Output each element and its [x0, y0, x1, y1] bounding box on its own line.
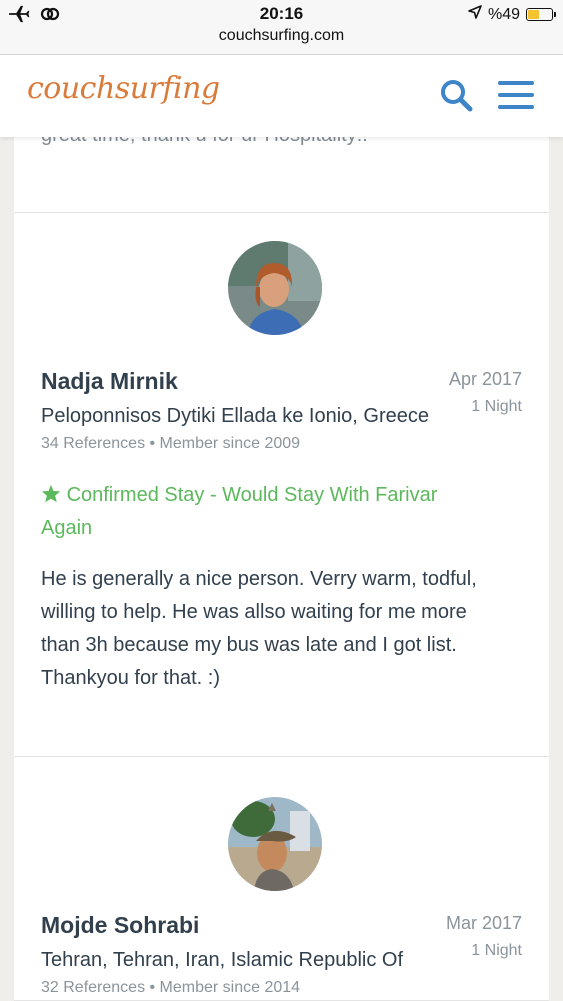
battery-icon: [526, 8, 556, 21]
page-url[interactable]: couchsurfing.com: [0, 27, 563, 45]
couchsurfing-logo[interactable]: couchsurfing: [27, 71, 220, 106]
avatar[interactable]: [228, 241, 322, 335]
stay-duration: 1 Night: [471, 398, 522, 415]
previous-review-card: great time, thank u for ur Hospitality!!: [14, 137, 549, 213]
confirmed-stay-label: Confirmed Stay - Would Stay With Farivar: [66, 484, 438, 506]
search-icon: [441, 80, 473, 112]
status-bar: 20:16 couchsurfing.com %49: [0, 0, 563, 55]
avatar[interactable]: [228, 797, 322, 891]
confirmed-stay-label-cont: Again: [41, 517, 93, 539]
star-icon: [41, 484, 61, 503]
reviewer-location: Tehran, Tehran, Iran, Islamic Republic O…: [41, 949, 404, 971]
hamburger-menu-icon: [498, 81, 534, 109]
review-date: Apr 2017: [448, 369, 522, 389]
reference-card: Mojde Sohrabi Mar 2017 1 Night Tehran, T…: [14, 757, 549, 1001]
reviewer-meta: 32 References • Member since 2014: [41, 979, 301, 996]
stay-duration: 1 Night: [471, 942, 522, 959]
search-button[interactable]: [436, 75, 476, 115]
app-header: couchsurfing: [0, 55, 563, 137]
reviewer-location: Peloponnisos Dytiki Ellada ke Ionio, Gre…: [41, 405, 429, 427]
location-arrow-icon: [468, 5, 482, 24]
review-line: willing to help. He was allso waiting fo…: [41, 601, 467, 623]
confirmed-stay: Confirmed Stay - Would Stay With Farivar…: [41, 479, 481, 545]
review-line: Thankyou for that. :): [41, 667, 220, 689]
review-text: He is generally a nice person. Verry war…: [41, 563, 521, 695]
reference-card: Nadja Mirnik Apr 2017 1 Night Peloponnis…: [14, 213, 549, 757]
menu-button[interactable]: [496, 75, 536, 115]
reviewer-meta: 34 References • Member since 2009: [41, 435, 301, 452]
previous-review-text: great time, thank u for ur Hospitality!!: [41, 137, 368, 147]
review-date: Mar 2017: [445, 913, 522, 933]
review-line: than 3h because my bus was late and I go…: [41, 634, 457, 656]
battery-percent: %49: [487, 5, 520, 23]
review-line: He is generally a nice person. Verry war…: [41, 568, 477, 590]
references-list[interactable]: great time, thank u for ur Hospitality!!…: [14, 137, 549, 1001]
reviewer-name[interactable]: Nadja Mirnik: [41, 368, 178, 395]
status-right-icons: %49: [468, 5, 556, 24]
reviewer-name[interactable]: Mojde Sohrabi: [41, 912, 199, 939]
